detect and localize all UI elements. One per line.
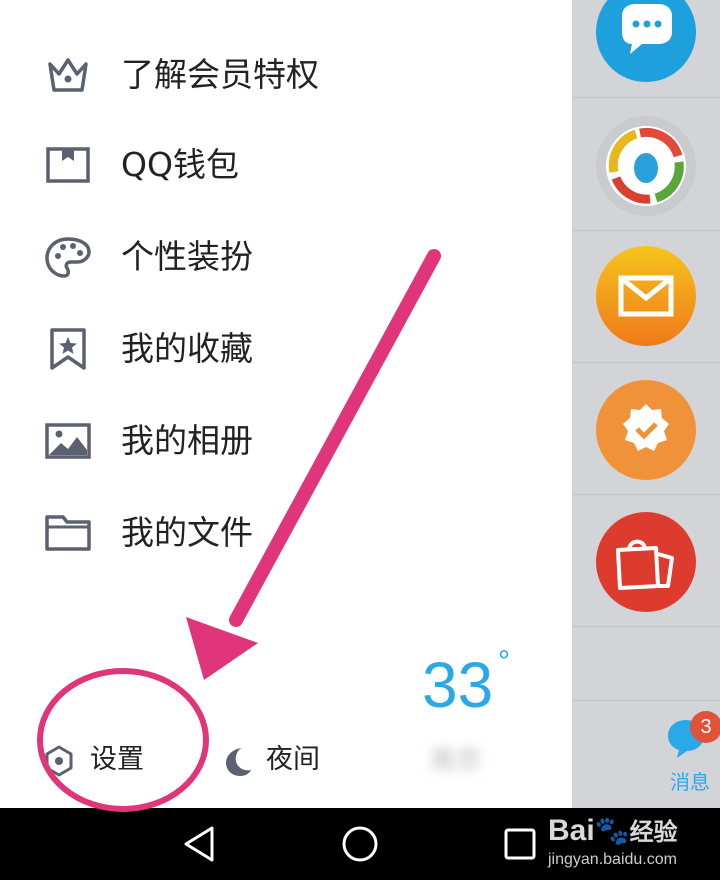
menu-label-album: 我的相册	[121, 421, 253, 460]
weather-city: 南京	[430, 746, 483, 776]
weather-degree-symbol: °	[498, 645, 510, 678]
panel-divider	[572, 700, 720, 701]
menu-item-favorites[interactable]: 我的收藏	[0, 314, 460, 384]
menu-label-theme: 个性装扮	[121, 237, 253, 276]
panel-divider	[572, 362, 720, 363]
menu-label-vip: 了解会员特权	[121, 55, 319, 94]
watermark-url: jingyan.baidu.com	[548, 851, 677, 868]
watermark-logo-suffix: 经验	[629, 819, 678, 846]
panel-divider	[572, 97, 720, 98]
home-icon[interactable]	[338, 822, 382, 866]
settings-label: 设置	[90, 744, 144, 775]
moon-icon	[220, 744, 254, 778]
menu-label-favorites: 我的收藏	[121, 329, 253, 368]
chat-bubble-icon[interactable]	[596, 0, 696, 82]
watermark-logo-text: Bai	[548, 814, 595, 847]
night-mode-label: 夜间	[266, 744, 320, 775]
badge-check-icon[interactable]	[596, 380, 696, 480]
shopping-bag-icon[interactable]	[596, 512, 696, 612]
photo-icon	[44, 420, 92, 462]
panel-divider	[572, 626, 720, 627]
tab-messages-label: 消息	[670, 770, 710, 794]
bookmark-star-icon	[44, 328, 92, 370]
recent-apps-icon[interactable]	[498, 822, 542, 866]
menu-item-wallet[interactable]: QQ钱包	[0, 130, 460, 200]
menu-label-wallet: QQ钱包	[121, 145, 239, 184]
menu-item-files[interactable]: 我的文件	[0, 498, 460, 568]
unread-badge: 3	[690, 711, 720, 743]
settings-hexagon-icon	[42, 744, 76, 778]
mail-icon[interactable]	[596, 246, 696, 346]
menu-item-theme[interactable]: 个性装扮	[0, 222, 460, 292]
wallet-icon	[44, 144, 92, 186]
weather-temperature: 33	[422, 649, 494, 721]
menu-label-files: 我的文件	[121, 513, 253, 552]
panel-divider	[572, 494, 720, 495]
palette-icon	[44, 236, 92, 278]
menu-item-album[interactable]: 我的相册	[0, 406, 460, 476]
night-mode-button[interactable]: 夜间	[220, 738, 340, 784]
menu-item-vip[interactable]: 了解会员特权	[0, 40, 460, 110]
side-drawer: 了解会员特权 QQ钱包 个性装扮 我的收藏 我的相册 我的文件 33 ° 南京	[0, 0, 572, 808]
watermark-logo: Bai🐾经验	[548, 812, 678, 848]
folder-icon	[44, 512, 92, 554]
settings-button[interactable]: 设置	[42, 738, 172, 784]
qq-tencent-icon[interactable]	[596, 116, 696, 216]
paw-icon: 🐾	[594, 815, 630, 846]
panel-divider	[572, 230, 720, 231]
main-tab-panel	[572, 0, 720, 808]
crown-icon	[44, 54, 92, 96]
back-icon[interactable]	[178, 822, 222, 866]
